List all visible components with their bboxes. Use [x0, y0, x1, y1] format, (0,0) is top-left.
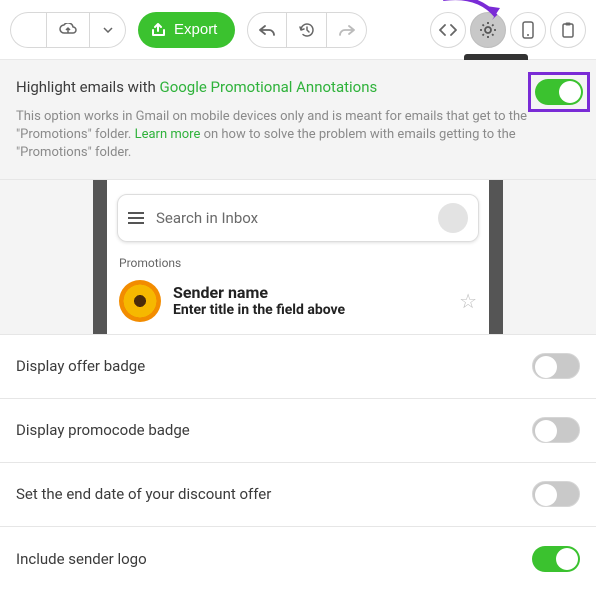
phone-frame: Search in Inbox Promotions Sender name E…: [93, 180, 503, 334]
offer-badge-toggle[interactable]: [532, 353, 580, 379]
highlight-title: Highlight emails with Google Promotional…: [16, 78, 580, 96]
chevron-down-icon: [103, 27, 113, 33]
promotions-label: Promotions: [119, 256, 477, 270]
star-icon[interactable]: ☆: [459, 289, 477, 313]
code-icon: [439, 24, 457, 36]
option-end-date: Set the end date of your discount offer: [0, 463, 596, 527]
learn-more-link[interactable]: Learn more: [135, 127, 201, 142]
option-offer-badge: Display offer badge: [0, 335, 596, 399]
option-sender-logo: Include sender logo: [0, 527, 596, 591]
gear-icon: [479, 21, 497, 39]
highlight-toggle[interactable]: [535, 79, 583, 105]
google-annotations-link[interactable]: Google Promotional Annotations: [159, 78, 377, 96]
clipboard-button[interactable]: [550, 12, 586, 48]
option-label: Include sender logo: [16, 550, 147, 568]
toolbar: Export Settings: [0, 0, 596, 60]
upload-button[interactable]: [46, 12, 90, 48]
option-label: Display promocode badge: [16, 421, 190, 439]
preview-area: Search in Inbox Promotions Sender name E…: [0, 180, 596, 335]
promocode-badge-toggle[interactable]: [532, 417, 580, 443]
mobile-preview-button[interactable]: [510, 12, 546, 48]
option-label: Display offer badge: [16, 357, 145, 375]
sender-avatar: [119, 280, 161, 322]
code-view-button[interactable]: [430, 12, 466, 48]
undo-icon: [259, 24, 275, 36]
mail-title: Enter title in the field above: [173, 302, 345, 318]
export-label: Export: [174, 21, 217, 38]
end-date-toggle[interactable]: [532, 481, 580, 507]
redo-button[interactable]: [327, 12, 367, 48]
upload-dropdown[interactable]: [90, 12, 126, 48]
settings-button[interactable]: [470, 12, 506, 48]
export-icon: [152, 23, 168, 37]
highlight-section: Highlight emails with Google Promotional…: [0, 60, 596, 180]
export-button[interactable]: Export: [138, 12, 235, 48]
mail-row: Sender name Enter title in the field abo…: [117, 278, 479, 324]
profile-avatar-placeholder: [438, 203, 468, 233]
highlight-description: This option works in Gmail on mobile dev…: [16, 108, 536, 163]
option-promocode-badge: Display promocode badge: [0, 399, 596, 463]
history-button[interactable]: [287, 12, 327, 48]
sender-name: Sender name: [173, 283, 345, 302]
hamburger-icon: [128, 212, 144, 224]
history-icon: [299, 22, 315, 38]
undo-button[interactable]: [247, 12, 287, 48]
clipboard-icon: [561, 22, 575, 38]
sender-logo-toggle[interactable]: [532, 546, 580, 572]
option-label: Set the end date of your discount offer: [16, 485, 271, 503]
mobile-icon: [522, 21, 534, 39]
highlight-toggle-highlight-box: [528, 72, 590, 112]
search-bar[interactable]: Search in Inbox: [117, 194, 479, 242]
toolbar-left-edge: [10, 12, 46, 48]
highlight-title-prefix: Highlight emails with: [16, 78, 159, 96]
cloud-upload-icon: [59, 23, 77, 37]
redo-icon: [339, 24, 355, 36]
search-placeholder: Search in Inbox: [156, 209, 426, 227]
